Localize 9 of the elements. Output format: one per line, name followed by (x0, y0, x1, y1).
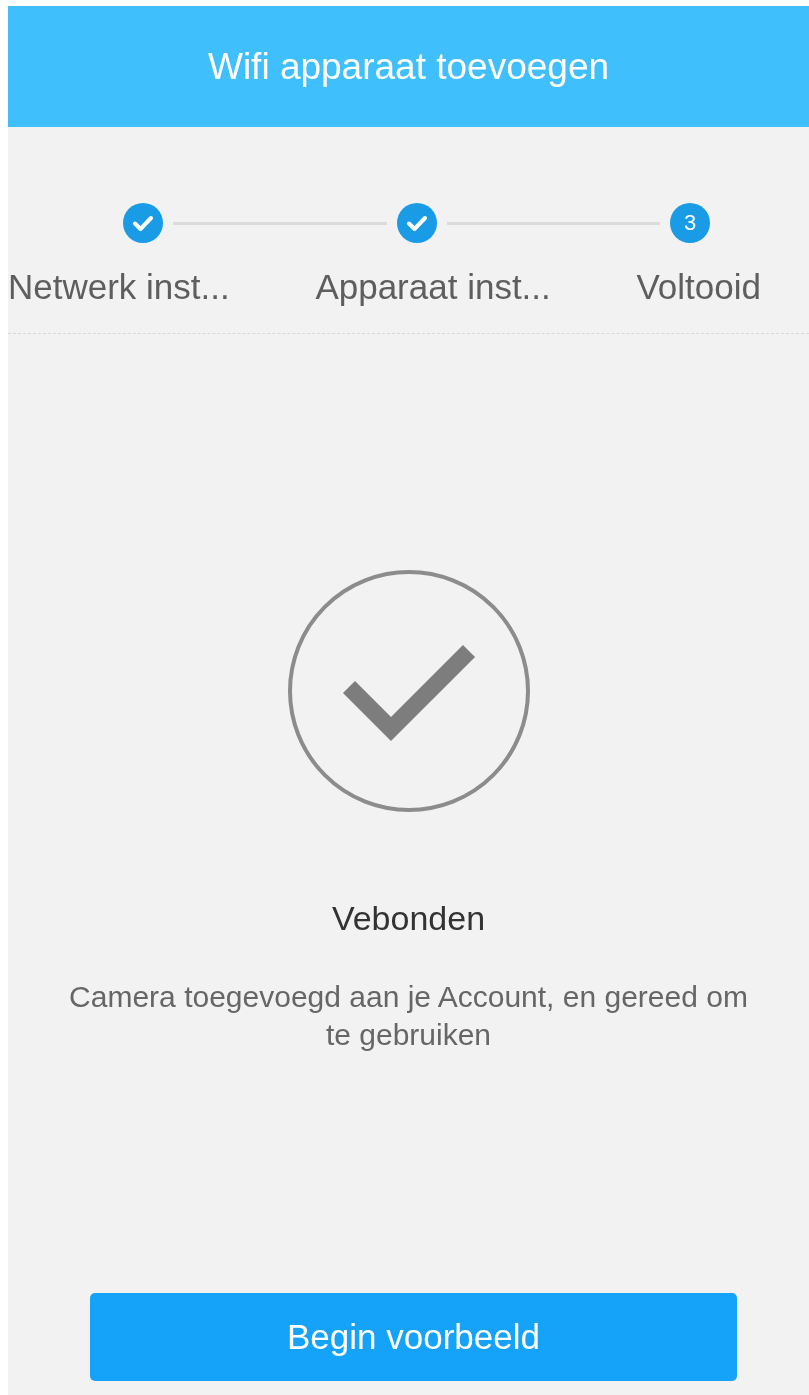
success-check-icon (286, 569, 531, 813)
step-number: 3 (670, 203, 710, 243)
start-preview-button[interactable]: Begin voorbeeld (90, 1293, 737, 1381)
step-label: Voltooid (636, 267, 761, 307)
status-title: Vebonden (331, 899, 486, 938)
page-title: Wifi apparaat toevoegen (207, 45, 610, 88)
step-label: Apparaat inst... (315, 267, 551, 307)
step-label: Netwerk inst... (8, 267, 230, 307)
status-message: Camera toegevoegd aan je Account, en gereed om te gebruiken (68, 979, 749, 1053)
